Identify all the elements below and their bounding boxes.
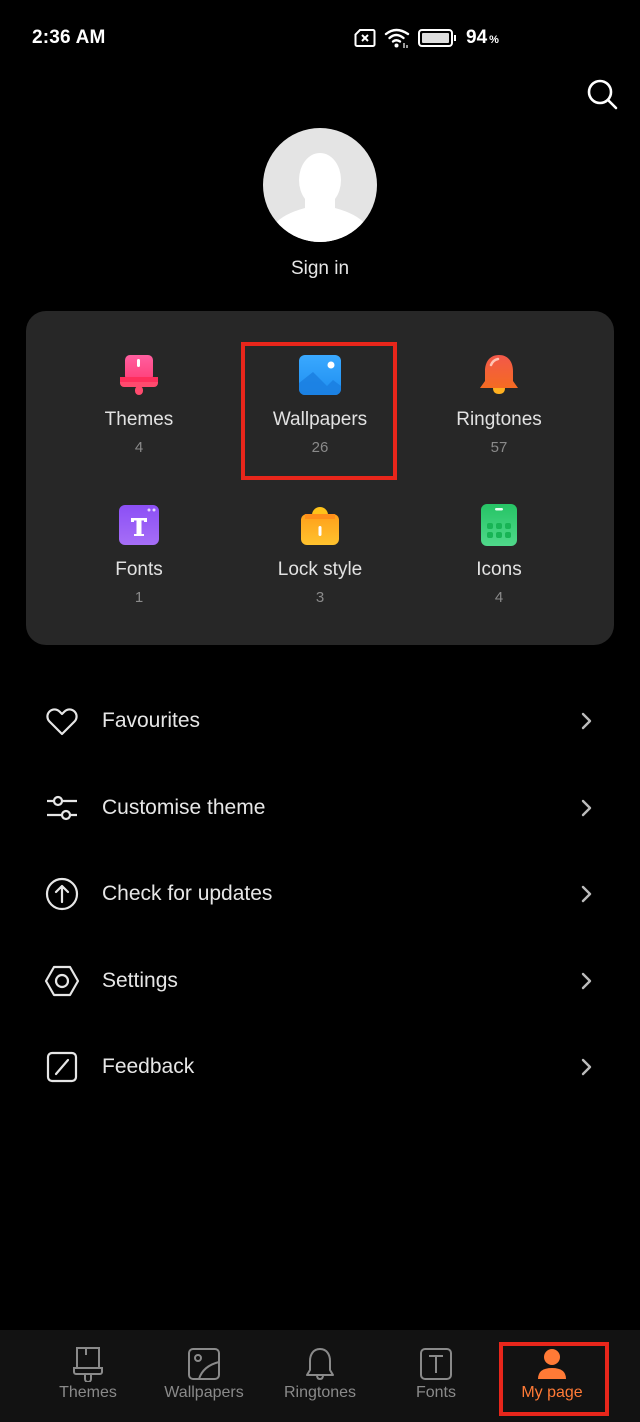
- menu-item-label: Feedback: [102, 1055, 195, 1079]
- status-bar: 2:36 AM 94%: [0, 0, 640, 76]
- grid-item-wallpapers[interactable]: Wallpapers 26: [245, 353, 395, 483]
- grid-item-label: Fonts: [115, 559, 163, 580]
- menu-item-label: Customise theme: [102, 795, 266, 819]
- menu-item-settings[interactable]: Settings: [0, 938, 640, 1025]
- font-t-icon: [119, 505, 159, 545]
- nav-tab-label: Ringtones: [283, 1384, 357, 1401]
- default-user-icon: [275, 153, 365, 242]
- grid-item-count: 26: [311, 439, 329, 456]
- sliders-icon: [47, 795, 77, 820]
- person-icon: [538, 1349, 566, 1379]
- status-time: 2:36 AM: [32, 27, 106, 48]
- battery-icon: [418, 29, 456, 47]
- themes-brush-icon: [120, 355, 158, 395]
- nav-tab-fonts[interactable]: Fonts: [378, 1330, 494, 1422]
- battery-percent: 94%: [466, 27, 499, 48]
- app-grid-icon: [481, 504, 517, 546]
- font-icon: [420, 1348, 452, 1380]
- nav-tab-label: Themes: [59, 1384, 117, 1401]
- grid-item-count: 3: [315, 589, 325, 606]
- grid-item-label: Ringtones: [456, 409, 542, 430]
- grid-item-label: Wallpapers: [272, 409, 368, 430]
- status-icons: 94%: [354, 26, 499, 50]
- menu-item-label: Settings: [102, 968, 178, 992]
- chevron-right-icon: [581, 1059, 592, 1076]
- avatar[interactable]: [263, 128, 377, 242]
- chevron-right-icon: [581, 799, 592, 816]
- lock-icon: [301, 507, 339, 545]
- nav-tab-label: Fonts: [415, 1384, 456, 1401]
- grid-item-count: 1: [134, 589, 144, 606]
- grid-item-ringtones[interactable]: Ringtones 57: [424, 353, 574, 483]
- grid-item-label: Lock style: [277, 559, 363, 580]
- menu-list: Favourites Customise theme Check for upd…: [0, 678, 640, 1111]
- image-icon: [188, 1348, 220, 1380]
- edit-square-icon: [46, 1052, 78, 1083]
- menu-item-check-for-updates[interactable]: Check for updates: [0, 851, 640, 938]
- wifi-icon: [384, 28, 410, 48]
- arrow-up-circle-icon: [45, 878, 79, 911]
- grid-item-label: Themes: [104, 409, 174, 430]
- grid-item-count: 57: [490, 439, 508, 456]
- search-icon: [587, 79, 618, 110]
- grid-item-count: 4: [494, 589, 504, 606]
- nav-tab-ringtones[interactable]: Ringtones: [262, 1330, 378, 1422]
- nav-tab-wallpapers[interactable]: Wallpapers: [146, 1330, 262, 1422]
- nav-tab-my-page[interactable]: My page: [494, 1330, 610, 1422]
- no-sim-icon: [354, 29, 376, 47]
- grid-item-count: 4: [134, 439, 144, 456]
- wallpaper-image-icon: [299, 355, 341, 395]
- nav-tab-themes[interactable]: Themes: [30, 1330, 146, 1422]
- profile-section: Sign in: [0, 128, 640, 280]
- grid-item-fonts[interactable]: Fonts 1: [64, 503, 214, 633]
- brush-icon: [73, 1347, 103, 1382]
- hexagon-gear-icon: [44, 965, 80, 996]
- grid-item-icons[interactable]: Icons 4: [424, 503, 574, 633]
- grid-item-themes[interactable]: Themes 4: [64, 353, 214, 483]
- menu-item-customise-theme[interactable]: Customise theme: [0, 765, 640, 852]
- chevron-right-icon: [581, 972, 592, 989]
- menu-item-label: Check for updates: [102, 882, 273, 906]
- nav-tab-label: Wallpapers: [164, 1384, 244, 1401]
- heart-icon: [46, 708, 78, 736]
- chevron-right-icon: [581, 886, 592, 903]
- search-button[interactable]: [584, 76, 620, 112]
- grid-item-label: Icons: [476, 559, 522, 580]
- bottom-nav: Themes Wallpapers Ringtones Fonts My pag…: [0, 1330, 640, 1422]
- grid-item-lock-style[interactable]: Lock style 3: [245, 503, 395, 633]
- my-content-card: Themes 4 Wallpapers 26 Ringtones 57 Font…: [26, 311, 614, 645]
- bell-icon: [480, 355, 518, 394]
- menu-item-favourites[interactable]: Favourites: [0, 678, 640, 765]
- menu-item-feedback[interactable]: Feedback: [0, 1024, 640, 1111]
- bell-icon: [306, 1348, 334, 1381]
- nav-tab-label: My page: [521, 1384, 583, 1401]
- chevron-right-icon: [581, 713, 592, 730]
- sign-in-link[interactable]: Sign in: [291, 258, 349, 280]
- menu-item-label: Favourites: [102, 709, 201, 733]
